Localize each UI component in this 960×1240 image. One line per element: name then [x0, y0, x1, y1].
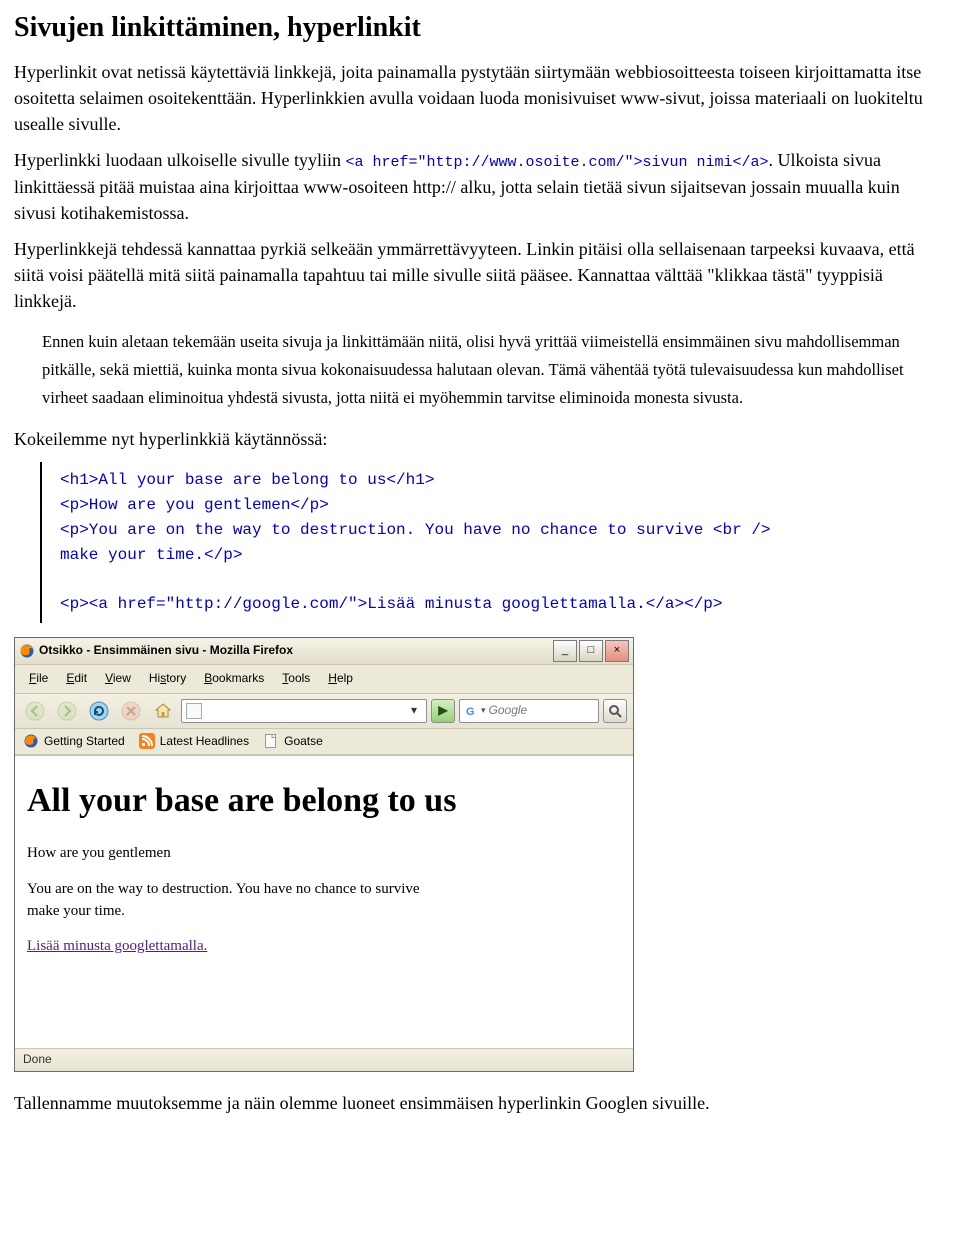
bookmark-latest-headlines[interactable]: Latest Headlines	[139, 733, 249, 750]
page-icon	[186, 703, 202, 719]
menu-edit[interactable]: Edit	[58, 668, 95, 689]
stop-button[interactable]	[117, 698, 145, 724]
home-button[interactable]	[149, 698, 177, 724]
status-bar: Done	[15, 1048, 633, 1071]
back-button[interactable]	[21, 698, 49, 724]
search-placeholder: Google	[489, 702, 594, 719]
titlebar: Otsikko - Ensimmäinen sivu - Mozilla Fir…	[15, 638, 633, 665]
toolbar: ▾ ▶ G ▾ Google	[15, 694, 633, 729]
window-title: Otsikko - Ensimmäinen sivu - Mozilla Fir…	[39, 642, 553, 659]
google-icon: G	[464, 704, 478, 718]
intro-text-a: Hyperlinkit ovat netissä käytettäviä lin…	[14, 62, 923, 134]
firefox-small-icon	[23, 733, 39, 749]
page-heading: Sivujen linkittäminen, hyperlinkit	[14, 8, 946, 49]
note-text: Ennen kuin aletaan tekemään useita sivuj…	[42, 332, 904, 407]
window-controls: _ □ ×	[553, 640, 629, 662]
search-button[interactable]	[603, 699, 627, 723]
page-small-icon	[263, 733, 279, 749]
minimize-button[interactable]: _	[553, 640, 577, 662]
intro-paragraph: Hyperlinkit ovat netissä käytettäviä lin…	[14, 59, 946, 137]
bookmark-label: Getting Started	[44, 733, 125, 750]
url-input[interactable]: ▾	[181, 699, 427, 723]
content-hyperlink[interactable]: Lisää minusta googlettamalla.	[27, 938, 207, 954]
rss-icon	[139, 733, 155, 749]
content-p2: You are on the way to destruction. You h…	[27, 879, 621, 923]
content-h1: All your base are belong to us	[27, 776, 621, 825]
content-link-p: Lisää minusta googlettamalla.	[27, 936, 621, 958]
bookmark-label: Goatse	[284, 733, 323, 750]
menu-view[interactable]: View	[97, 668, 139, 689]
firefox-window: Otsikko - Ensimmäinen sivu - Mozilla Fir…	[14, 637, 634, 1072]
syntax-lead: Hyperlinkki luodaan ulkoiselle sivulle t…	[14, 150, 345, 170]
note-block: Ennen kuin aletaan tekemään useita sivuj…	[42, 328, 928, 412]
syntax-paragraph: Hyperlinkki luodaan ulkoiselle sivulle t…	[14, 147, 946, 226]
bookmark-goatse[interactable]: Goatse	[263, 733, 323, 750]
go-button[interactable]: ▶	[431, 699, 455, 723]
bookmark-getting-started[interactable]: Getting Started	[23, 733, 125, 750]
try-paragraph: Kokeilemme nyt hyperlinkkiä käytännössä:	[14, 426, 946, 452]
forward-button[interactable]	[53, 698, 81, 724]
bookmarks-bar: Getting Started Latest Headlines Goatse	[15, 729, 633, 755]
maximize-button[interactable]: □	[579, 640, 603, 662]
menu-file[interactable]: File	[21, 668, 56, 689]
code-block: <h1>All your base are belong to us</h1> …	[40, 462, 946, 623]
content-p2-line1: You are on the way to destruction. You h…	[27, 881, 420, 897]
reload-button[interactable]	[85, 698, 113, 724]
content-p2-line2: make your time.	[27, 903, 125, 919]
menu-help[interactable]: Help	[320, 668, 361, 689]
page-content: All your base are belong to us How are y…	[15, 755, 633, 1048]
firefox-icon	[19, 643, 35, 659]
status-text: Done	[23, 1051, 52, 1068]
outro-paragraph: Tallennamme muutoksemme ja näin olemme l…	[14, 1090, 946, 1116]
inline-code-anchor: <a href="http://www.osoite.com/">sivun n…	[345, 154, 768, 171]
url-dropdown-icon[interactable]: ▾	[406, 702, 422, 719]
svg-text:G: G	[466, 706, 475, 718]
menu-tools[interactable]: Tools	[274, 668, 318, 689]
advice-paragraph: Hyperlinkkejä tehdessä kannattaa pyrkiä …	[14, 236, 946, 314]
search-input[interactable]: G ▾ Google	[459, 699, 599, 723]
menubar: File Edit View History Bookmarks Tools H…	[15, 665, 633, 693]
close-button[interactable]: ×	[605, 640, 629, 662]
menu-history[interactable]: History	[141, 668, 194, 689]
search-dropdown-icon[interactable]: ▾	[481, 704, 486, 717]
content-p1: How are you gentlemen	[27, 843, 621, 865]
menu-bookmarks[interactable]: Bookmarks	[196, 668, 272, 689]
bookmark-label: Latest Headlines	[160, 733, 249, 750]
